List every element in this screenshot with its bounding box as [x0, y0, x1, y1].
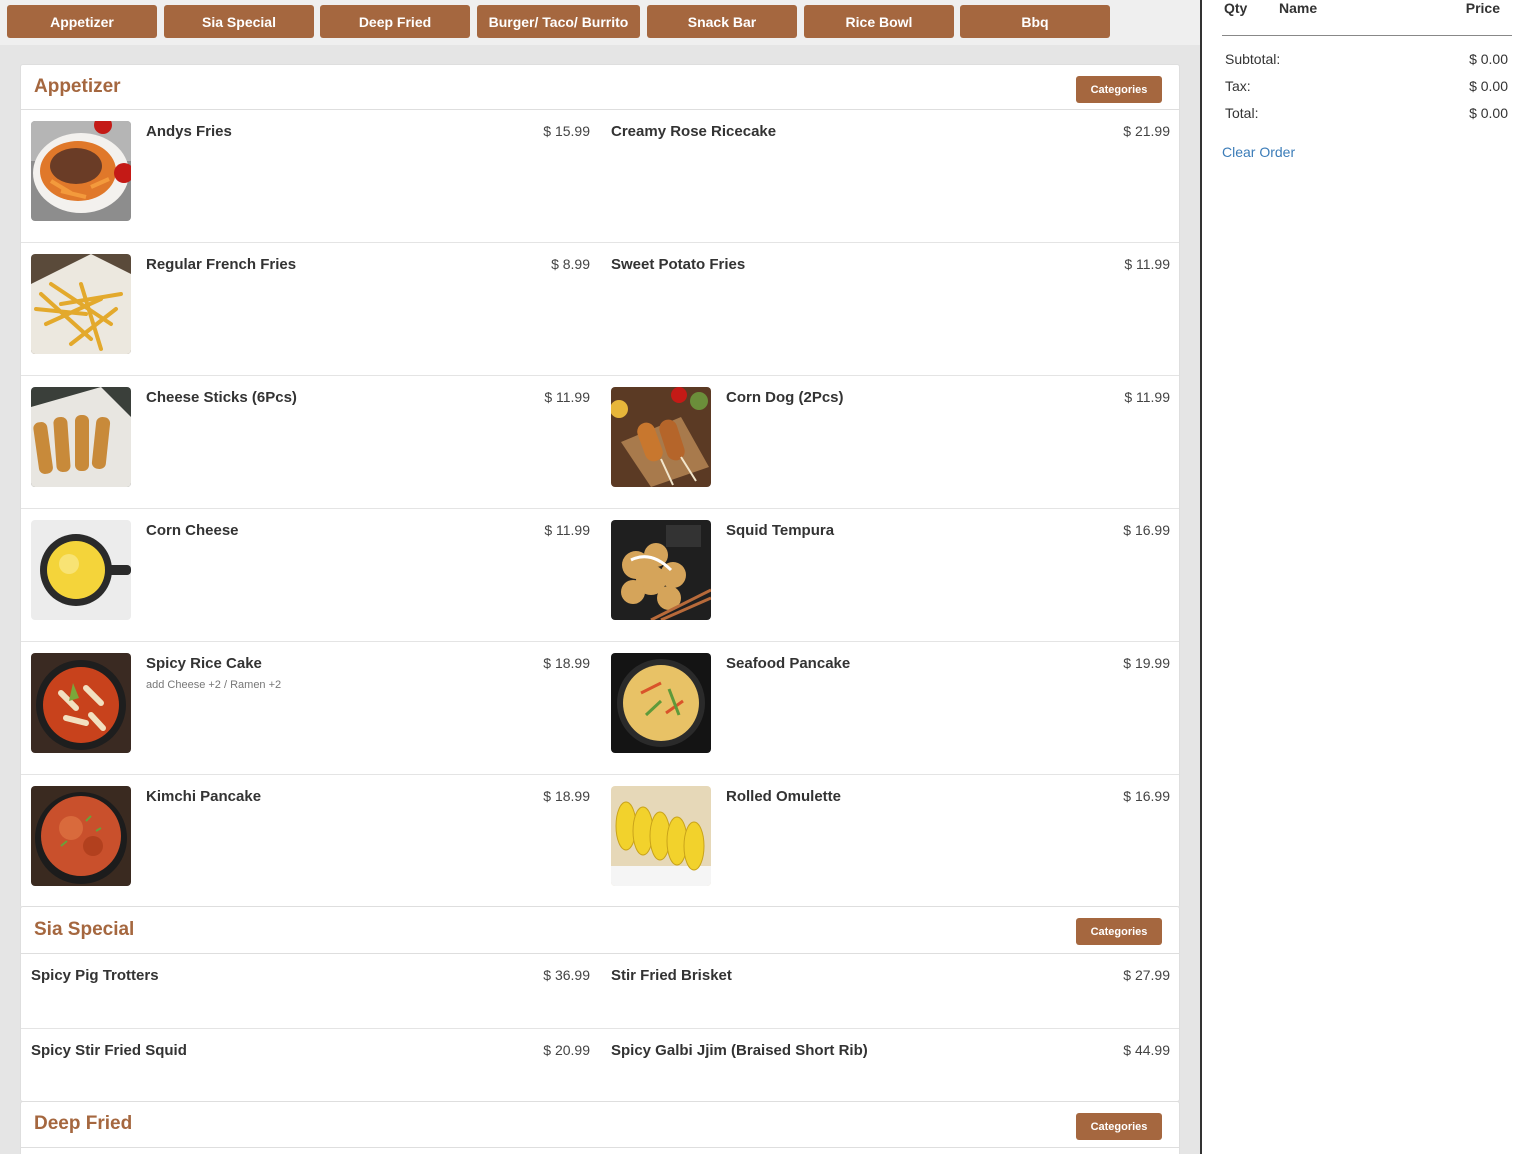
subtotal-label: Subtotal:	[1225, 51, 1281, 67]
item-price: $ 36.99	[543, 967, 590, 983]
item-name: Corn Cheese	[146, 522, 239, 539]
tax-value: $ 0.00	[1469, 78, 1508, 94]
section-header: Sia Special Categories	[21, 907, 1179, 954]
menu-row: Spicy Pig Trotters $ 36.99 Stir Fried Br…	[21, 954, 1179, 1029]
menu-row: Spicy Stir Fried Squid $ 20.99 Spicy Gal…	[21, 1029, 1179, 1104]
menu-row: Cheese Sticks (6Pcs) $ 11.99 Corn Dog (2…	[21, 376, 1179, 509]
category-button-snack-bar[interactable]: Snack Bar	[647, 5, 797, 38]
item-price: $ 11.99	[544, 389, 590, 405]
item-price: $ 8.99	[551, 256, 590, 272]
item-price: $ 11.99	[1124, 256, 1170, 272]
item-price: $ 19.99	[1123, 655, 1170, 671]
category-button-bbq[interactable]: Bbq	[960, 5, 1110, 38]
item-price: $ 16.99	[1123, 788, 1170, 804]
item-name: Spicy Rice Cake	[146, 655, 262, 672]
section-title: Sia Special	[34, 919, 135, 940]
item-price: $ 16.99	[1123, 522, 1170, 538]
item-name: Rolled Omulette	[726, 788, 842, 805]
item-name: Spicy Galbi Jjim (Braised Short Rib)	[611, 1042, 868, 1059]
category-button-sia-special[interactable]: Sia Special	[164, 5, 314, 38]
item-price: $ 11.99	[544, 522, 590, 538]
clear-order-link[interactable]: Clear Order	[1222, 144, 1295, 160]
menu-row: Regular French Fries $ 8.99 Sweet Potato…	[21, 243, 1179, 376]
item-name: Andys Fries	[146, 123, 232, 140]
category-bar: Appetizer Sia Special Deep Fried Burger/…	[0, 0, 1200, 45]
order-header-divider	[1222, 35, 1512, 36]
section-header: Appetizer Categories	[21, 65, 1179, 110]
categories-button[interactable]: Categories	[1076, 1113, 1162, 1140]
item-name: Seafood Pancake	[726, 655, 851, 672]
kimchi-pancake-photo	[31, 786, 131, 886]
item-name: Spicy Stir Fried Squid	[31, 1042, 187, 1059]
section-title: Deep Fried	[34, 1113, 133, 1134]
seafood-pancake-photo	[611, 653, 711, 753]
order-panel: Qty Name Price Subtotal: $ 0.00 Tax: $ 0…	[1200, 0, 1530, 1154]
category-button-deep-fried[interactable]: Deep Fried	[320, 5, 470, 38]
item-name: Stir Fried Brisket	[611, 967, 732, 984]
total-label: Total:	[1225, 105, 1259, 121]
total-value: $ 0.00	[1469, 105, 1508, 121]
spicy-rice-cake-photo	[31, 653, 131, 753]
item-price: $ 11.99	[1124, 389, 1170, 405]
item-description: add Cheese +2 / Ramen +2	[146, 679, 282, 691]
squid-tempura-photo	[611, 520, 711, 620]
french-fries-photo	[31, 254, 131, 354]
cheese-sticks-photo	[31, 387, 131, 487]
categories-button[interactable]: Categories	[1076, 76, 1162, 103]
menu-row: Corn Cheese $ 11.99 Squid Tempura $ 16.9…	[21, 509, 1179, 642]
item-price: $ 44.99	[1123, 1042, 1170, 1058]
item-price: $ 15.99	[543, 123, 590, 139]
item-name: Creamy Rose Ricecake	[611, 123, 777, 140]
section-deep-fried: Deep Fried Categories	[20, 1101, 1180, 1154]
item-name: Corn Dog (2Pcs)	[726, 389, 844, 406]
item-name: Spicy Pig Trotters	[31, 967, 159, 984]
item-name: Kimchi Pancake	[146, 788, 262, 805]
subtotal-value: $ 0.00	[1469, 51, 1508, 67]
menu-panel: Appetizer Sia Special Deep Fried Burger/…	[0, 0, 1200, 1154]
order-header-price: Price	[1465, 0, 1500, 16]
order-header-qty: Qty	[1224, 0, 1248, 16]
item-name: Sweet Potato Fries	[611, 256, 746, 273]
item-price: $ 18.99	[543, 788, 590, 804]
category-button-appetizer[interactable]: Appetizer	[7, 5, 157, 38]
section-sia-special: Sia Special Categories Spicy Pig Trotter…	[20, 906, 1180, 1102]
tax-label: Tax:	[1225, 78, 1251, 94]
rolled-omelette-photo	[611, 786, 711, 886]
corn-dog-photo	[611, 387, 711, 487]
item-name: Squid Tempura	[726, 522, 835, 539]
item-price: $ 18.99	[543, 655, 590, 671]
section-appetizer: Appetizer Categories Andys Fries $ 15.99…	[20, 64, 1180, 908]
corn-cheese-photo	[31, 520, 131, 620]
section-title: Appetizer	[34, 76, 121, 97]
menu-row: Spicy Rice Cake add Cheese +2 / Ramen +2…	[21, 642, 1179, 775]
section-header: Deep Fried Categories	[21, 1102, 1179, 1148]
categories-button[interactable]: Categories	[1076, 918, 1162, 945]
loaded-fries-photo	[31, 121, 131, 221]
item-price: $ 21.99	[1123, 123, 1170, 139]
item-name: Cheese Sticks (6Pcs)	[146, 389, 297, 406]
menu-row: Andys Fries $ 15.99 Creamy Rose Ricecake…	[21, 110, 1179, 243]
item-price: $ 27.99	[1123, 967, 1170, 983]
category-button-burger-taco-burrito[interactable]: Burger/ Taco/ Burrito	[477, 5, 640, 38]
item-name: Regular French Fries	[146, 256, 297, 273]
item-price: $ 20.99	[543, 1042, 590, 1058]
category-button-rice-bowl[interactable]: Rice Bowl	[804, 5, 954, 38]
order-header-name: Name	[1279, 0, 1318, 16]
menu-row: Kimchi Pancake $ 18.99 Rolled Omulette $…	[21, 775, 1179, 908]
menu-content: Appetizer Categories Andys Fries $ 15.99…	[20, 64, 1180, 1154]
